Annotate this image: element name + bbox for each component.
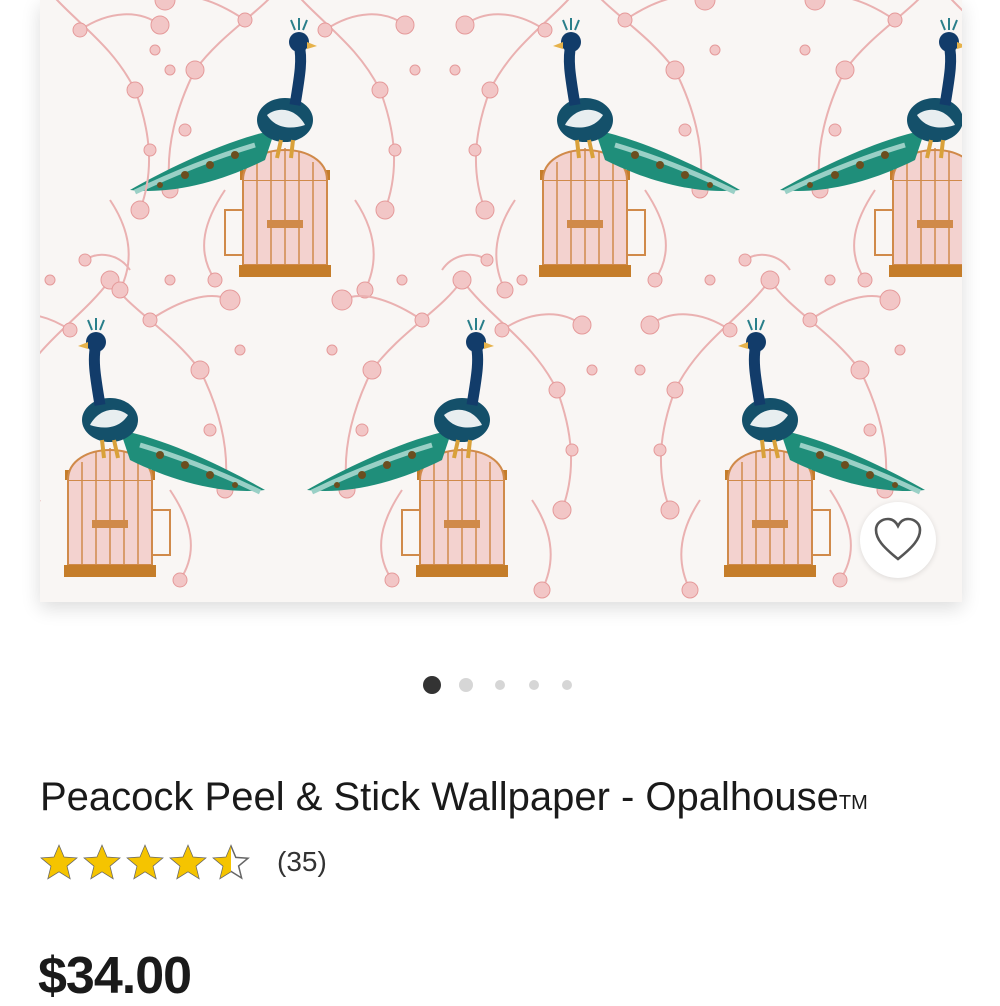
carousel-dots[interactable] <box>0 676 1000 694</box>
carousel-dot-5[interactable] <box>562 680 572 690</box>
star-icon <box>126 844 164 880</box>
trademark-symbol: TM <box>838 792 868 814</box>
star-icon <box>40 844 78 880</box>
favorite-button[interactable] <box>860 502 936 578</box>
carousel-dot-4[interactable] <box>529 680 539 690</box>
heart-outline-icon <box>874 517 922 561</box>
product-title: Peacock Peel & Stick Wallpaper - Opalhou… <box>40 773 970 821</box>
product-price: $34.00 <box>38 947 192 1005</box>
product-title-text: Peacock Peel & Stick Wallpaper - Opalhou… <box>40 775 839 819</box>
star-rating <box>40 843 255 881</box>
carousel-dot-2[interactable] <box>459 678 473 692</box>
product-image[interactable] <box>40 0 962 602</box>
star-icon <box>83 844 121 880</box>
carousel-dot-3[interactable] <box>495 680 505 690</box>
star-icon <box>169 844 207 880</box>
star-icon <box>212 844 250 880</box>
peacock-wallpaper-pattern <box>40 0 962 602</box>
review-count[interactable]: (35) <box>277 846 327 878</box>
rating[interactable]: (35) <box>40 842 327 882</box>
carousel-dot-1[interactable] <box>423 676 441 694</box>
